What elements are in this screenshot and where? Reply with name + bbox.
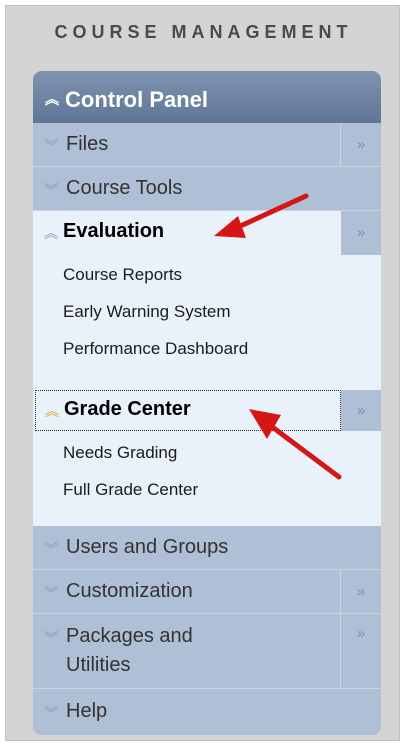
submenu-performance-dashboard[interactable]: Performance Dashboard (63, 339, 248, 359)
menu-label-files: Files (66, 133, 109, 155)
red-arrow-icon (249, 409, 342, 480)
menu-item-files[interactable]: ︾ Files » (33, 123, 381, 167)
submenu-needs-grading[interactable]: Needs Grading (63, 443, 177, 463)
menu-item-users-and-groups[interactable]: ︾ Users and Groups (33, 526, 381, 570)
menu-label-evaluation: Evaluation (63, 220, 165, 242)
expand-arrow-icon[interactable]: » (340, 570, 381, 613)
submenu-course-reports[interactable]: Course Reports (63, 265, 182, 285)
submenu-full-grade-center[interactable]: Full Grade Center (63, 480, 198, 500)
control-panel-title: Control Panel (65, 87, 209, 112)
menu-label-users-and-groups: Users and Groups (66, 536, 229, 558)
menu-item-help[interactable]: ︾ Help (33, 689, 381, 735)
chevron-up-icon: ︽ (44, 225, 58, 241)
menu-label-packages-line2: Utilities (66, 654, 131, 676)
red-arrow-icon (214, 193, 309, 238)
menu-item-customization[interactable]: ︾ Customization » (33, 570, 381, 614)
chevron-down-icon: ︾ (44, 630, 58, 646)
chevron-down-icon: ︾ (44, 182, 58, 198)
menu-label-packages-line1: Packages and (66, 625, 193, 647)
course-management-title: COURSE MANAGEMENT (54, 22, 353, 42)
menu-item-packages-and-utilities[interactable]: ︾ Packages and Utilities » (33, 614, 381, 689)
chevron-up-icon: ︽ (45, 403, 59, 419)
chevron-down-icon: ︾ (44, 705, 58, 721)
menu-label-customization: Customization (66, 580, 193, 602)
chevron-down-icon: ︾ (44, 585, 58, 601)
course-management-frame: COURSE MANAGEMENT ︽ Control Panel ︾ Files… (5, 5, 400, 741)
control-panel-header[interactable]: ︽ Control Panel (33, 71, 381, 123)
chevron-down-icon: ︾ (44, 541, 58, 557)
menu-label-course-tools: Course Tools (66, 177, 183, 199)
expand-arrow-icon[interactable]: » (341, 211, 381, 255)
expand-arrow-icon[interactable]: » (340, 614, 381, 688)
submenu-early-warning-system[interactable]: Early Warning System (63, 302, 231, 322)
expand-arrow-icon[interactable]: » (340, 123, 381, 166)
menu-label-help: Help (66, 700, 108, 722)
chevron-up-icon: ︽ (45, 91, 59, 107)
chevron-down-icon: ︾ (44, 138, 58, 154)
menu-label-grade-center: Grade Center (64, 398, 191, 420)
